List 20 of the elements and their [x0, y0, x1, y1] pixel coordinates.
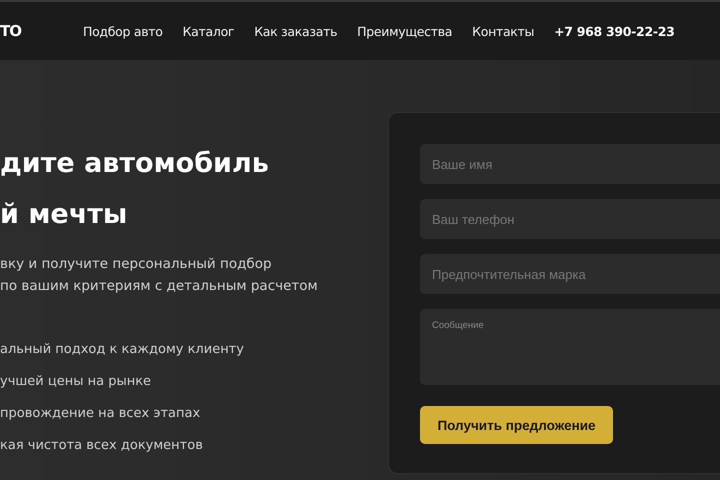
message-field[interactable]: Сообщение	[420, 309, 720, 385]
submit-button[interactable]: Получить предложение	[420, 406, 613, 444]
hero-subtitle: по вашим критериям с детальным расчетом	[0, 277, 318, 295]
feature-text: учшей цены на рынке	[0, 373, 152, 391]
input-field[interactable]: Ваш телефон	[420, 199, 720, 239]
nav-link[interactable]: Каталог	[182, 24, 234, 38]
hero-title: дите автомобиль	[0, 147, 269, 181]
nav-link[interactable]: Преимущества	[357, 24, 452, 38]
feature-text: кая чистота всех документов	[0, 437, 203, 455]
logo[interactable]: ТО	[0, 22, 21, 40]
nav-link[interactable]: Контакты	[472, 24, 534, 38]
nav-link[interactable]: Подбор авто	[82, 24, 163, 38]
feature-text: провождение на всех этапах	[0, 405, 200, 423]
input-field[interactable]: Ваше имя	[420, 144, 720, 184]
input-field[interactable]: Предпочтительная марка	[420, 254, 720, 294]
feature-text: альный подход к каждому клиенту	[0, 341, 244, 359]
hero-title: й мечты	[0, 198, 128, 232]
phone-link[interactable]: +7 968 390-22-23	[554, 24, 675, 38]
hero-subtitle: вку и получите персональный подбор	[0, 255, 272, 273]
nav-link[interactable]: Как заказать	[254, 24, 338, 38]
